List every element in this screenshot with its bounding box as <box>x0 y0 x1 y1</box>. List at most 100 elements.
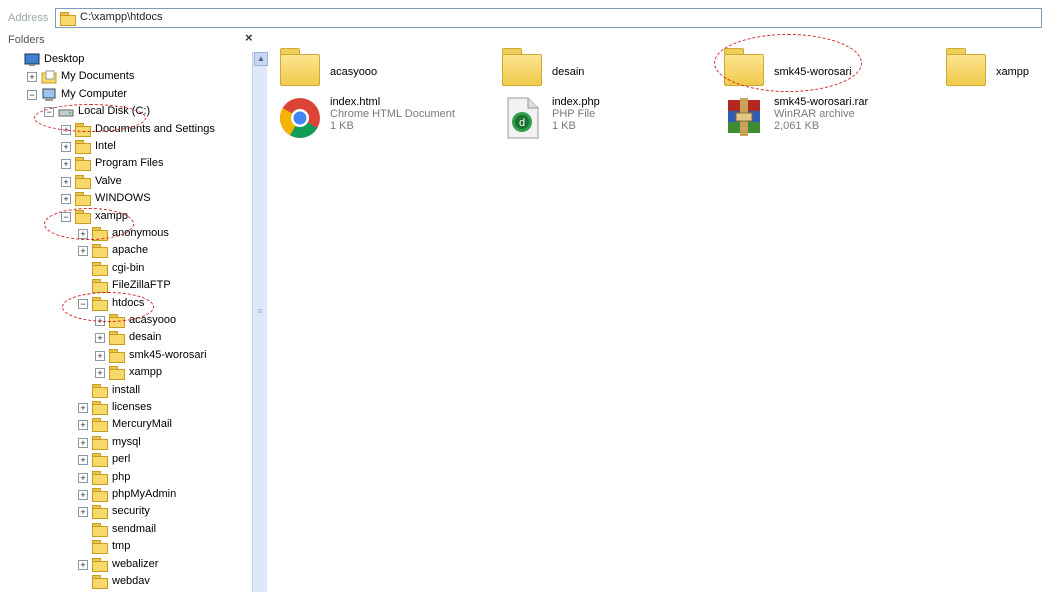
tree-item[interactable]: + xampp <box>0 365 250 381</box>
tree-item[interactable]: sendmail <box>0 522 250 538</box>
folder-icon <box>109 331 125 346</box>
tree-item[interactable]: + Program Files <box>0 156 250 172</box>
tree-item[interactable]: + smk45-worosari <box>0 348 250 364</box>
tree-item[interactable]: + anonymous <box>0 226 250 242</box>
tree-item[interactable]: + MercuryMail <box>0 417 250 433</box>
tree-item[interactable]: FileZillaFTP <box>0 278 250 294</box>
folder-name: desain <box>552 66 585 78</box>
folder-icon <box>92 522 108 537</box>
expand-icon[interactable]: + <box>78 559 88 570</box>
php-file-icon: d <box>500 96 548 144</box>
expand-icon[interactable]: + <box>61 142 71 152</box>
folder-icon <box>92 261 108 276</box>
tree-item[interactable]: + licenses <box>0 400 250 416</box>
tree-item[interactable]: tmp <box>0 539 250 555</box>
tree-item-label: apache <box>112 244 149 257</box>
expand-icon[interactable]: + <box>95 333 105 344</box>
tree-item-label: Local Disk (C:) <box>78 105 151 118</box>
tree-item[interactable]: − htdocs <box>0 296 250 312</box>
tree-item[interactable]: + phpMyAdmin <box>0 487 250 503</box>
file-name: index.html <box>330 96 381 108</box>
tree-item[interactable]: + security <box>0 504 250 520</box>
tree-item[interactable]: + webalizer <box>0 557 250 573</box>
tree-item[interactable]: Desktop <box>0 52 250 68</box>
folders-scrollbar[interactable]: ▲ ≡ <box>252 52 268 592</box>
tree-item-label: Desktop <box>44 53 85 65</box>
tree-item[interactable]: + apache <box>0 243 250 259</box>
expand-icon[interactable]: + <box>78 229 88 239</box>
tree-item[interactable]: − Local Disk (C:) <box>0 104 250 120</box>
folder-icon <box>92 296 108 311</box>
tree-item[interactable]: + php <box>0 470 250 486</box>
expand-icon[interactable]: + <box>61 176 71 187</box>
folder-icon <box>92 244 108 259</box>
tree-item[interactable]: + Documents and Settings <box>0 122 250 138</box>
folder-name: xampp <box>996 66 1030 78</box>
tree-item[interactable]: + perl <box>0 452 250 468</box>
expand-icon[interactable]: + <box>78 455 88 466</box>
folder-icon <box>722 42 770 90</box>
tree-item[interactable]: cgi-bin <box>0 261 250 277</box>
tree-item-label: webalizer <box>112 557 159 570</box>
tree-item[interactable]: − xampp <box>0 209 250 225</box>
collapse-icon[interactable]: − <box>78 298 88 309</box>
scroll-thumb-grip-icon[interactable]: ≡ <box>254 306 266 320</box>
folder-item[interactable]: desain <box>500 42 700 98</box>
collapse-icon[interactable]: − <box>27 89 37 100</box>
expand-icon[interactable]: + <box>78 420 88 431</box>
tree-item[interactable]: + Intel <box>0 139 250 155</box>
tree-item-label: xampp <box>95 209 129 222</box>
folder-icon <box>92 505 108 520</box>
collapse-icon[interactable]: − <box>61 211 71 222</box>
tree-item[interactable]: webdav <box>0 574 250 590</box>
file-item[interactable]: d index.php PHP File 1 KB <box>500 96 710 152</box>
collapse-icon[interactable]: − <box>44 107 54 118</box>
file-item[interactable]: index.html Chrome HTML Document 1 KB <box>278 96 488 152</box>
folder-item[interactable]: acasyooo <box>278 42 478 98</box>
expand-icon[interactable]: + <box>78 403 88 413</box>
tree-item[interactable]: install <box>0 383 250 399</box>
file-item[interactable]: smk45-worosari.rar WinRAR archive 2,061 … <box>722 96 942 152</box>
tree-item-label: MercuryMail <box>112 418 172 431</box>
address-path: C:\xampp\htdocs <box>80 11 163 23</box>
folder-name: smk45-worosari <box>774 66 852 78</box>
tree-item[interactable]: + My Documents <box>0 69 250 85</box>
folder-icon <box>75 140 91 154</box>
file-name: index.php <box>552 96 600 108</box>
expand-icon[interactable]: + <box>61 159 71 170</box>
expand-icon[interactable]: + <box>27 72 37 83</box>
expand-icon[interactable]: + <box>61 124 71 135</box>
folder-icon <box>75 192 91 207</box>
expand-icon[interactable]: + <box>95 350 105 361</box>
close-icon[interactable]: × <box>245 30 253 45</box>
tree-item-label: Documents and Settings <box>95 122 215 135</box>
local-disk-icon <box>58 105 74 118</box>
expand-icon[interactable]: + <box>61 194 71 205</box>
expand-icon[interactable]: + <box>78 472 88 483</box>
folder-icon <box>92 279 108 294</box>
tree-item[interactable]: + mysql <box>0 435 250 451</box>
tree-item-label: licenses <box>112 401 152 413</box>
folder-icon <box>109 348 125 363</box>
expand-icon[interactable]: + <box>78 490 88 500</box>
expand-icon[interactable]: + <box>78 246 88 257</box>
folder-item[interactable]: smk45-worosari <box>722 42 922 98</box>
expand-icon[interactable]: + <box>78 437 88 448</box>
tree-item[interactable]: − My Computer <box>0 87 250 103</box>
tree-item[interactable]: + WINDOWS <box>0 191 250 207</box>
tree-item[interactable]: + acasyooo <box>0 313 250 329</box>
folders-pane-header: Folders × <box>0 30 268 48</box>
expand-icon[interactable]: + <box>95 368 105 379</box>
folder-icon <box>92 575 108 589</box>
address-label: Address <box>8 12 49 24</box>
tree-item-label: Program Files <box>95 157 164 170</box>
expand-icon[interactable]: + <box>78 507 88 518</box>
folder-item[interactable]: xampp <box>944 42 1044 98</box>
address-field[interactable]: C:\xampp\htdocs <box>55 8 1042 28</box>
tree-item[interactable]: + desain <box>0 330 250 346</box>
chrome-icon <box>278 96 326 144</box>
folder-icon <box>75 122 91 137</box>
expand-icon[interactable]: + <box>95 316 105 326</box>
tree-item[interactable]: + Valve <box>0 174 250 190</box>
scroll-up-arrow-icon[interactable]: ▲ <box>254 52 268 66</box>
